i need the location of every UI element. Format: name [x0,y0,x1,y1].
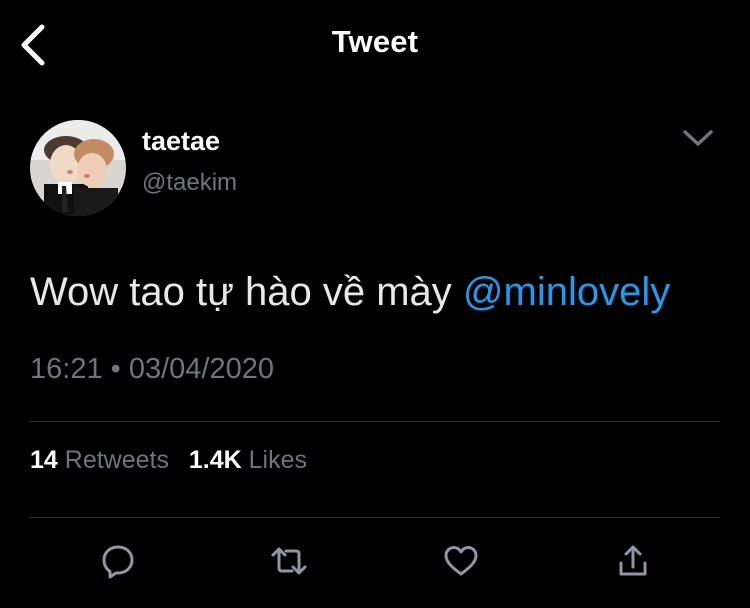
tweet-timestamp: 16:21 • 03/04/2020 [30,353,274,386]
action-bar [0,536,750,586]
likes-stat[interactable]: 1.4K Likes [189,446,307,474]
chevron-down-icon [683,130,713,146]
share-icon [619,545,647,576]
display-name[interactable]: taetae [142,126,220,157]
retweets-label: Retweets [64,446,169,474]
retweets-stat[interactable]: 14 Retweets [30,446,176,474]
tweet-time: 16:21 [30,353,103,385]
tweet-author: taetae @taekim [30,120,720,220]
share-button[interactable] [608,536,658,586]
tweet-body: Wow tao tự hào về mày [30,270,452,314]
likes-label: Likes [248,446,308,474]
avatar-photo [30,120,126,216]
retweet-button[interactable] [264,536,314,586]
page-title: Tweet [331,24,419,59]
tweet-menu-button[interactable] [676,120,720,156]
like-button[interactable] [436,536,486,586]
divider [30,421,720,422]
tweet-stats: 14 Retweets 1.4K Likes [30,446,307,475]
avatar[interactable] [30,120,126,216]
tweet-date: 03/04/2020 [128,353,275,385]
meta-separator: • [110,353,121,385]
tweet-text: Wow tao tự hào về mày @minlovely [30,270,670,315]
header: Tweet [0,0,750,90]
reply-icon [102,545,134,579]
reply-button[interactable] [93,536,143,586]
likes-count: 1.4K [188,446,242,474]
heart-icon [444,546,478,576]
retweets-count: 14 [30,446,58,474]
mention-link[interactable]: @minlovely [463,270,670,314]
retweet-icon [271,547,307,575]
divider [30,517,720,518]
user-handle[interactable]: @taekim [142,169,237,197]
